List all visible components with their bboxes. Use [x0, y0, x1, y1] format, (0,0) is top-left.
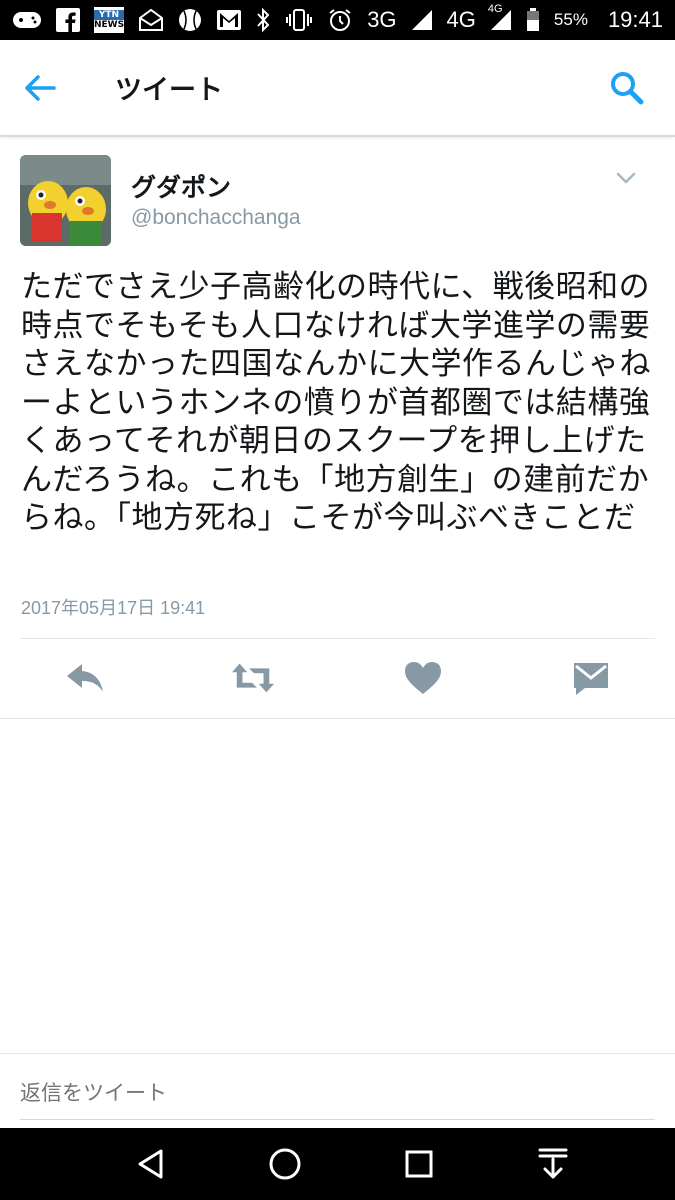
nav-recents-button[interactable]: [401, 1146, 437, 1182]
tweet-actions: [0, 640, 675, 718]
nav-back-button[interactable]: [133, 1146, 169, 1182]
avatar-image: [20, 155, 111, 246]
retweet-icon: [231, 663, 275, 693]
direct-message-button[interactable]: [569, 658, 613, 698]
reply-input[interactable]: [20, 1070, 655, 1115]
network-4g-small-label: 4G: [487, 3, 503, 15]
network-3g-label: 3G: [367, 7, 397, 32]
signal-3g-icon: [411, 9, 433, 31]
back-button[interactable]: [22, 70, 58, 106]
back-arrow-icon: [25, 75, 56, 101]
baseball-icon: [178, 8, 202, 32]
gmail-icon: [216, 9, 242, 31]
home-circle-icon: [269, 1148, 301, 1180]
status-bar: YTN NEWS 3G 4G 4G 55% 19:41: [0, 0, 675, 40]
search-icon: [611, 72, 644, 105]
tweet-text: ただでさえ少子高齢化の時代に、戦後昭和の時点でそもそも人口なければ大学進学の需要…: [21, 269, 651, 536]
notifications-down-icon: [538, 1148, 568, 1179]
reply-button[interactable]: [63, 658, 107, 698]
status-bar-right: 3G 4G 4G 55% 19:41: [255, 3, 663, 33]
recents-square-icon: [405, 1150, 433, 1178]
system-nav-bar: [0, 1128, 675, 1200]
divider: [20, 638, 655, 639]
page-title: ツイート: [115, 75, 223, 106]
direct-message-icon: [574, 663, 608, 695]
author-name[interactable]: グダポン: [131, 168, 231, 204]
back-triangle-icon: [138, 1149, 163, 1179]
status-bar-left: YTN NEWS: [12, 7, 242, 33]
chevron-down-icon: [616, 172, 636, 184]
vibrate-icon: [285, 8, 313, 32]
tweet-timestamp[interactable]: 2017年05月17日 19:41: [21, 594, 205, 620]
signal-4g-icon: 4G: [488, 3, 512, 31]
nav-home-button[interactable]: [267, 1146, 303, 1182]
gamepad-icon: [12, 9, 42, 31]
app-header: ツイート: [0, 40, 675, 137]
reply-input-underline: [20, 1119, 655, 1120]
author-handle[interactable]: @bonchacchanga: [131, 206, 301, 230]
ytn-news-icon: YTN NEWS: [94, 7, 124, 33]
tweet-options-button[interactable]: [615, 170, 637, 186]
avatar[interactable]: [20, 155, 111, 246]
retweet-button[interactable]: [231, 658, 275, 698]
bluetooth-icon: [255, 7, 271, 33]
facebook-icon: [56, 8, 80, 32]
clock: 19:41: [607, 7, 663, 32]
battery-icon: [526, 8, 540, 32]
nav-notifications-button[interactable]: [535, 1146, 571, 1182]
reply-icon: [67, 664, 103, 692]
open-mail-icon: [138, 8, 164, 32]
search-button[interactable]: [609, 70, 645, 106]
divider: [0, 718, 675, 719]
heart-icon: [405, 662, 441, 694]
network-4g-label: 4G: [446, 7, 476, 32]
divider: [0, 1053, 675, 1054]
like-button[interactable]: [401, 658, 445, 698]
alarm-icon: [327, 7, 353, 33]
battery-percent: 55%: [553, 10, 588, 29]
